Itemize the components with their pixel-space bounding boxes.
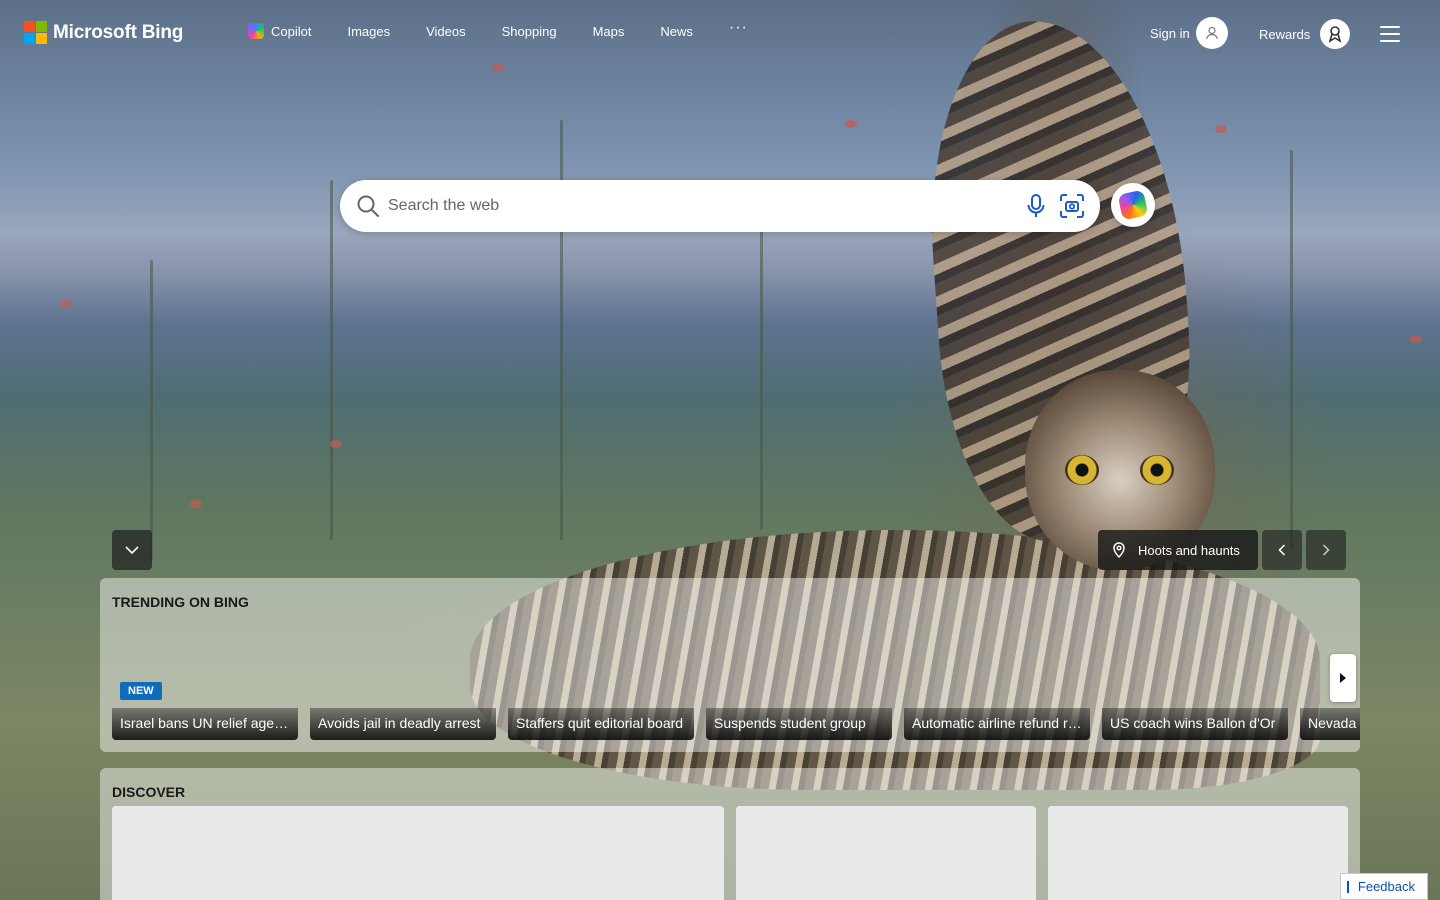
nav-item-copilot[interactable]: Copilot <box>248 23 311 39</box>
sign-in-button[interactable]: Sign in <box>1150 17 1228 49</box>
trending-item[interactable]: Avoids jail in deadly arrest <box>310 708 496 740</box>
visual-search-icon[interactable] <box>1058 192 1086 225</box>
discover-card[interactable] <box>1048 806 1348 900</box>
discover-card[interactable] <box>736 806 1036 900</box>
chevron-left-icon <box>1278 544 1286 556</box>
trending-item[interactable]: Israel bans UN relief agency <box>112 708 298 740</box>
user-avatar-icon <box>1195 17 1228 49</box>
nav-more-button[interactable]: ··· <box>729 19 748 37</box>
trending-item[interactable]: US coach wins Ballon d'Or <box>1102 708 1288 740</box>
decorative-flower <box>330 440 342 448</box>
copilot-icon <box>248 23 264 39</box>
sign-in-label: Sign in <box>1150 25 1190 41</box>
decorative-stem <box>1290 150 1293 550</box>
discover-section: DISCOVER <box>100 768 1360 900</box>
brand-name: Microsoft Bing <box>53 21 184 43</box>
feedback-button[interactable]: Feedback <box>1340 873 1428 900</box>
chevron-down-icon <box>125 546 139 555</box>
trending-title: TRENDING ON BING <box>112 594 249 610</box>
new-badge: NEW <box>120 682 162 700</box>
decorative-flower <box>845 120 857 128</box>
image-location-label: Hoots and haunts <box>1138 542 1240 558</box>
nav-item-label: Maps <box>592 23 625 39</box>
owl-eye-shape <box>1140 455 1174 485</box>
nav-item-videos[interactable]: Videos <box>426 24 466 39</box>
decorative-flower <box>1410 335 1422 343</box>
trending-list: Israel bans UN relief agency Avoids jail… <box>112 708 1360 740</box>
decorative-flower <box>190 500 202 508</box>
collapse-feed-button[interactable] <box>112 530 152 570</box>
trending-section: TRENDING ON BING NEW Israel bans UN reli… <box>100 578 1360 752</box>
next-image-button[interactable] <box>1306 530 1346 570</box>
chevron-right-icon <box>1322 544 1330 556</box>
trending-item[interactable]: Staffers quit editorial board <box>508 708 694 740</box>
location-pin-icon <box>1113 542 1125 559</box>
bing-logo[interactable]: Microsoft Bing <box>24 21 183 44</box>
top-header: Microsoft Bing Copilot Images Videos Sho… <box>0 0 1440 68</box>
caret-right-icon <box>1340 673 1346 683</box>
decorative-flower <box>1215 125 1227 133</box>
nav-item-label: Copilot <box>271 23 312 39</box>
background-image-owl <box>0 0 1440 900</box>
discover-title: DISCOVER <box>112 784 186 800</box>
copilot-icon <box>1117 189 1149 221</box>
microsoft-logo-icon <box>24 21 47 44</box>
previous-image-button[interactable] <box>1262 530 1302 570</box>
trending-item[interactable]: Automatic airline refund rule <box>904 708 1090 740</box>
trending-item[interactable]: Suspends student group <box>706 708 892 740</box>
decorative-stem <box>330 180 333 540</box>
owl-eye-shape <box>1065 455 1099 485</box>
decorative-stem <box>760 230 763 530</box>
rewards-button[interactable]: Rewards <box>1259 19 1351 49</box>
menu-icon[interactable] <box>1380 26 1400 42</box>
discover-card[interactable] <box>112 806 724 900</box>
decorative-flower <box>60 300 72 308</box>
decorative-stem <box>150 260 153 560</box>
nav-item-label: Shopping <box>501 23 557 39</box>
trending-item[interactable]: Nevada <box>1300 708 1360 740</box>
nav-item-label: Videos <box>426 23 466 39</box>
copilot-button[interactable] <box>1111 183 1155 227</box>
search-box <box>340 180 1100 232</box>
microphone-icon[interactable] <box>1026 193 1046 224</box>
top-nav: Copilot Images Videos Shopping Maps News… <box>248 19 748 39</box>
nav-item-shopping[interactable]: Shopping <box>502 24 557 39</box>
nav-item-label: News <box>660 23 693 39</box>
image-location-button[interactable]: Hoots and haunts <box>1098 530 1258 570</box>
search-icon[interactable] <box>356 194 380 223</box>
trending-next-button[interactable] <box>1330 654 1356 702</box>
nav-item-images[interactable]: Images <box>347 24 390 39</box>
nav-item-label: Images <box>347 23 391 39</box>
nav-item-maps[interactable]: Maps <box>593 24 625 39</box>
rewards-trophy-icon <box>1320 19 1351 49</box>
nav-item-news[interactable]: News <box>660 24 693 39</box>
search-input[interactable] <box>388 180 1008 232</box>
rewards-label: Rewards <box>1259 26 1311 42</box>
